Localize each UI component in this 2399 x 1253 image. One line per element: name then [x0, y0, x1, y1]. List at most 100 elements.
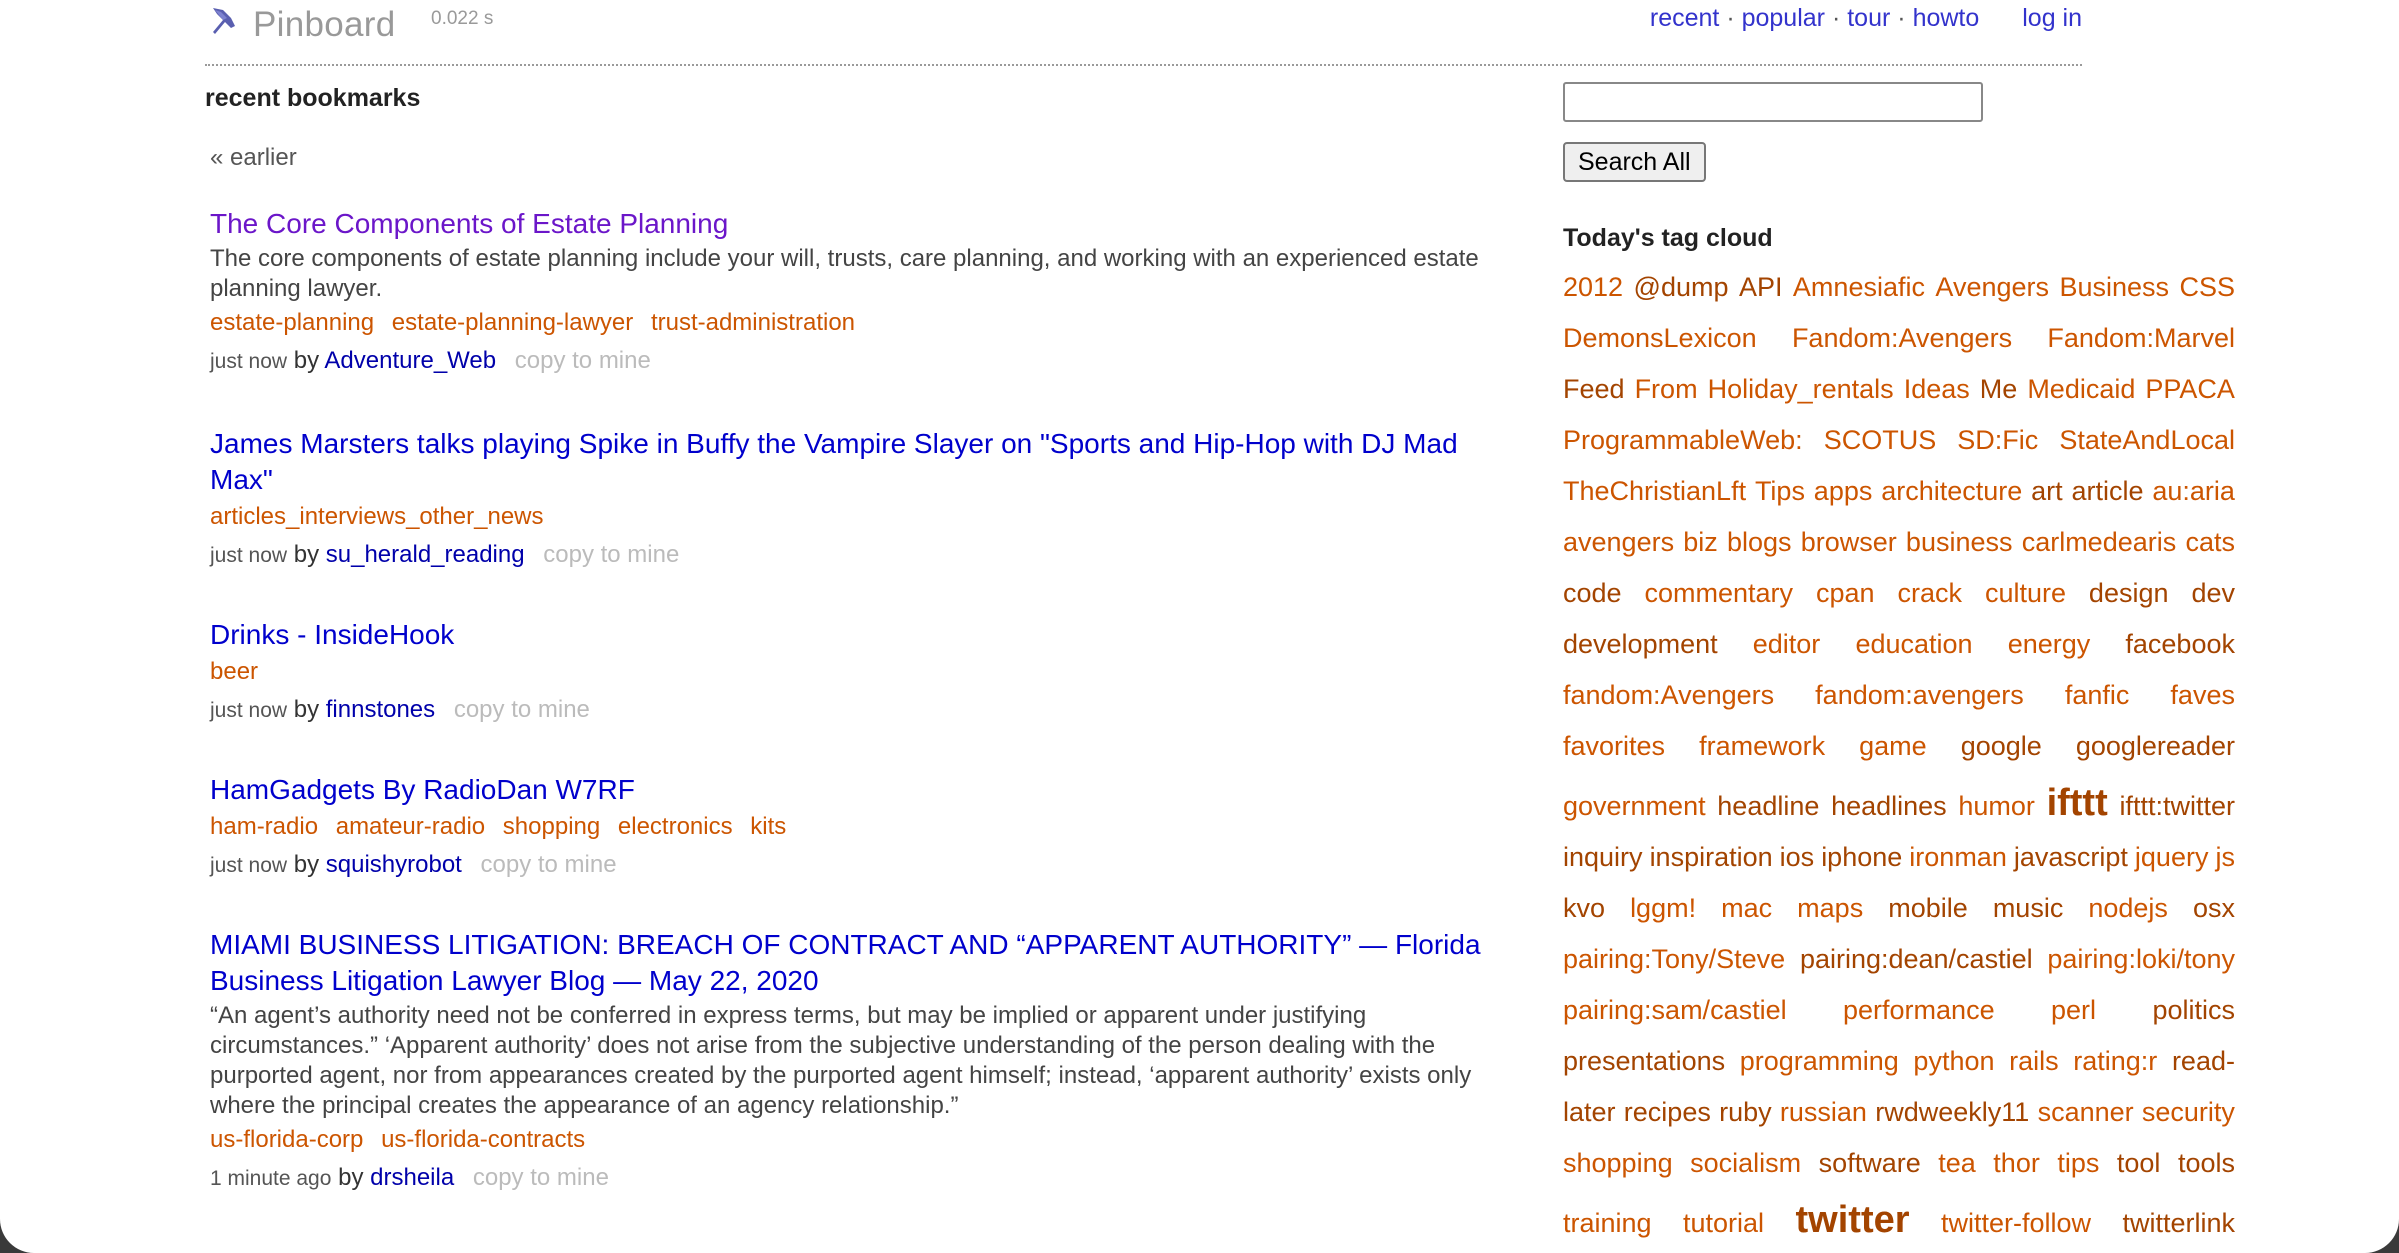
nav-popular-link[interactable]: popular: [1742, 4, 1825, 32]
bookmark-time[interactable]: just now: [210, 350, 287, 373]
tag-link[interactable]: beer: [210, 658, 258, 685]
tag-cloud-link[interactable]: inspiration: [1650, 842, 1773, 873]
tag-cloud-link[interactable]: rails: [2009, 1046, 2059, 1077]
tag-cloud-link[interactable]: browser: [1801, 527, 1897, 558]
tag-cloud-link[interactable]: tea: [1938, 1148, 1976, 1179]
tag-link[interactable]: electronics: [618, 813, 733, 840]
tag-cloud-link[interactable]: business: [1906, 527, 2013, 558]
copy-to-mine-link[interactable]: copy to mine: [543, 541, 679, 568]
tag-link[interactable]: articles_interviews_other_news: [210, 503, 544, 530]
tag-cloud-link[interactable]: security: [2142, 1097, 2235, 1128]
nav-tour-link[interactable]: tour: [1847, 4, 1890, 32]
tag-cloud-link[interactable]: presentations: [1563, 1046, 1725, 1077]
tag-cloud-link[interactable]: inquiry: [1563, 842, 1643, 873]
tag-cloud-link[interactable]: programming: [1740, 1046, 1899, 1077]
tag-cloud-link[interactable]: jquery: [2135, 842, 2209, 873]
tag-cloud-link[interactable]: StateAndLocal: [2059, 425, 2235, 456]
search-input[interactable]: [1563, 82, 1983, 122]
tag-cloud-link[interactable]: rating:r: [2073, 1046, 2157, 1077]
tag-cloud-link[interactable]: ifttt:twitter: [2119, 791, 2235, 822]
tag-cloud-link[interactable]: maps: [1797, 893, 1863, 924]
tag-cloud-link[interactable]: cats: [2185, 527, 2235, 558]
tag-cloud-link[interactable]: 2012: [1563, 272, 1623, 303]
tag-cloud-link[interactable]: commentary: [1645, 578, 1794, 609]
tag-cloud-link[interactable]: Me: [1980, 374, 2018, 405]
tag-cloud-link[interactable]: dev: [2191, 578, 2235, 609]
tag-cloud-link[interactable]: twitterlink: [2122, 1208, 2235, 1239]
tag-cloud-link[interactable]: tool: [2117, 1148, 2161, 1179]
tag-cloud-link[interactable]: mac: [1721, 893, 1772, 924]
bookmark-time[interactable]: just now: [210, 699, 287, 722]
bookmark-user-link[interactable]: drsheila: [370, 1164, 454, 1191]
tag-link[interactable]: trust-administration: [651, 309, 855, 336]
tag-cloud-link[interactable]: perl: [2051, 995, 2096, 1026]
bookmark-time[interactable]: just now: [210, 544, 287, 567]
tag-cloud-link[interactable]: performance: [1843, 995, 1995, 1026]
tag-cloud-link[interactable]: SD:Fic: [1957, 425, 2038, 456]
tag-cloud-link[interactable]: music: [1993, 893, 2064, 924]
tag-cloud-link[interactable]: russian: [1780, 1097, 1867, 1128]
tag-cloud-link[interactable]: mobile: [1888, 893, 1968, 924]
tag-link[interactable]: estate-planning-lawyer: [392, 309, 633, 336]
tag-cloud-link[interactable]: thor: [1993, 1148, 2040, 1179]
tag-cloud-link[interactable]: ironman: [1909, 842, 2007, 873]
tag-cloud-link[interactable]: scanner: [2038, 1097, 2134, 1128]
tag-cloud-link[interactable]: game: [1859, 731, 1927, 762]
tag-cloud-link[interactable]: ios: [1780, 842, 1815, 873]
tag-cloud-link[interactable]: humor: [1958, 791, 2035, 822]
earlier-link[interactable]: « earlier: [210, 144, 297, 172]
tag-cloud-link[interactable]: culture: [1985, 578, 2066, 609]
search-all-button[interactable]: Search All: [1563, 142, 1706, 182]
tag-cloud-link[interactable]: From: [1635, 374, 1698, 405]
tag-cloud-link[interactable]: carlmedearis: [2022, 527, 2177, 558]
tag-cloud-link[interactable]: energy: [2008, 629, 2091, 660]
tag-cloud-link[interactable]: facebook: [2125, 629, 2235, 660]
tag-cloud-link[interactable]: socialism: [1690, 1148, 1801, 1179]
tag-cloud-link[interactable]: headline: [1717, 791, 1819, 822]
tag-cloud-link[interactable]: Medicaid: [2027, 374, 2135, 405]
tag-cloud-link[interactable]: nodejs: [2088, 893, 2168, 924]
tag-cloud-link[interactable]: CSS: [2179, 272, 2235, 303]
tag-cloud-link[interactable]: software: [1819, 1148, 1921, 1179]
tag-cloud-link[interactable]: apps: [1814, 476, 1873, 507]
tag-link[interactable]: amateur-radio: [336, 813, 485, 840]
tag-cloud-link[interactable]: @dump: [1634, 272, 1729, 303]
nav-howto-link[interactable]: howto: [1913, 4, 1980, 32]
tag-cloud-link[interactable]: design: [2089, 578, 2169, 609]
tag-cloud-link[interactable]: DemonsLexicon: [1563, 323, 1757, 354]
tag-cloud-link[interactable]: shopping: [1563, 1148, 1673, 1179]
tag-cloud-link[interactable]: Business: [2059, 272, 2169, 303]
bookmark-user-link[interactable]: su_herald_reading: [326, 541, 525, 568]
copy-to-mine-link[interactable]: copy to mine: [481, 851, 617, 878]
tag-cloud-link[interactable]: framework: [1699, 731, 1825, 762]
tag-cloud-link[interactable]: python: [1913, 1046, 1994, 1077]
tag-cloud-link[interactable]: SCOTUS: [1824, 425, 1937, 456]
tag-cloud-link[interactable]: API: [1739, 272, 1783, 303]
tag-cloud-link[interactable]: code: [1563, 578, 1622, 609]
tag-cloud-link[interactable]: faves: [2170, 680, 2235, 711]
tag-cloud-link[interactable]: favorites: [1563, 731, 1665, 762]
tag-cloud-link[interactable]: Feed: [1563, 374, 1625, 405]
tag-link[interactable]: us-florida-contracts: [381, 1126, 585, 1153]
tag-cloud-link[interactable]: ruby: [1719, 1097, 1772, 1128]
bookmark-time[interactable]: 1 minute ago: [210, 1167, 331, 1190]
tag-cloud-link[interactable]: Holiday_rentals: [1708, 374, 1894, 405]
copy-to-mine-link[interactable]: copy to mine: [473, 1164, 609, 1191]
tag-link[interactable]: ham-radio: [210, 813, 318, 840]
bookmark-title-link[interactable]: MIAMI BUSINESS LITIGATION: BREACH OF CON…: [210, 927, 1500, 999]
tag-cloud-link[interactable]: kvo: [1563, 893, 1605, 924]
tag-cloud-link[interactable]: pairing:sam/castiel: [1563, 995, 1787, 1026]
bookmark-user-link[interactable]: finnstones: [326, 696, 435, 723]
tag-cloud-link[interactable]: Avengers: [1935, 272, 2049, 303]
tag-cloud-link[interactable]: avengers: [1563, 527, 1674, 558]
tag-cloud-link[interactable]: training: [1563, 1208, 1652, 1239]
tag-cloud-link[interactable]: later: [1563, 1097, 1616, 1128]
tag-cloud-link[interactable]: Fandom:Avengers: [1792, 323, 2012, 354]
tag-cloud-link[interactable]: Ideas: [1904, 374, 1970, 405]
tag-cloud-link[interactable]: development: [1563, 629, 1718, 660]
tag-cloud-link[interactable]: architecture: [1881, 476, 2022, 507]
tag-link[interactable]: estate-planning: [210, 309, 374, 336]
tag-cloud-link[interactable]: blogs: [1727, 527, 1792, 558]
bookmark-user-link[interactable]: squishyrobot: [326, 851, 462, 878]
tag-link[interactable]: shopping: [503, 813, 600, 840]
